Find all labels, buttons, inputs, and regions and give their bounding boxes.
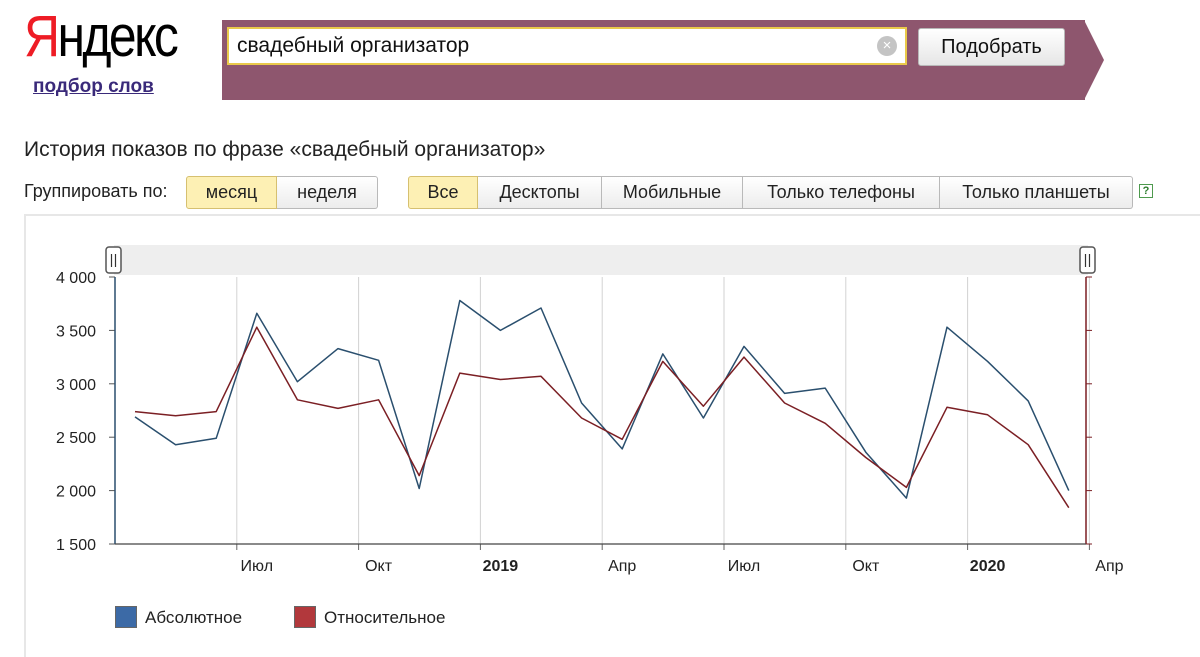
legend-label-absolute[interactable]: Абсолютное bbox=[145, 608, 242, 628]
x-tick-label: 2020 bbox=[970, 558, 1006, 575]
x-tick-label: Окт bbox=[365, 558, 393, 575]
x-tick-label: Окт bbox=[852, 558, 880, 575]
legend-swatch-absolute[interactable] bbox=[115, 606, 137, 628]
y-tick-label: 3 500 bbox=[56, 323, 96, 340]
x-tick-label: Июл bbox=[241, 558, 273, 575]
x-tick-label: Апр bbox=[1095, 558, 1123, 575]
x-tick-label: Апр bbox=[608, 558, 636, 575]
x-tick-label: 2019 bbox=[483, 558, 519, 575]
impressions-history-chart: Июл Окт 2019 Апр Июл Окт 2020 Апр 4 000 3 500 3 00… bbox=[56, 245, 1124, 575]
y-tick-label: 2 500 bbox=[56, 430, 96, 447]
x-tick-label: Июл bbox=[728, 558, 760, 575]
range-handle-left[interactable] bbox=[105, 246, 122, 274]
legend-swatch-relative[interactable] bbox=[294, 606, 316, 628]
range-handle-right[interactable] bbox=[1079, 246, 1096, 274]
range-navigator-track[interactable] bbox=[114, 245, 1088, 275]
y-tick-label: 3 000 bbox=[56, 377, 96, 394]
legend-label-relative[interactable]: Относительное bbox=[324, 608, 445, 628]
y-tick-label: 4 000 bbox=[56, 270, 96, 287]
y-tick-label: 2 000 bbox=[56, 484, 96, 501]
y-tick-label: 1 500 bbox=[56, 537, 96, 554]
